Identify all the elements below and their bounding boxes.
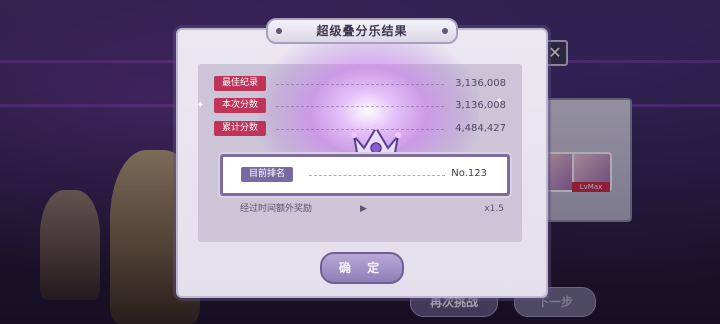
stat-label: 最佳纪录 (214, 76, 267, 91)
sparkle-icon: ✦ (196, 100, 205, 111)
stat-row-current: 本次分数 3,136,008 (214, 97, 506, 115)
bonus-row: 经过时间额外奖励 ▶ x1.5 (234, 200, 504, 218)
stat-row-best: 最佳纪录 3,136,008 (214, 75, 506, 93)
sparkle-icon: ✦ (495, 96, 504, 107)
dotted-leader (309, 175, 445, 176)
dialog-title-tab: 超级叠分乐结果 (266, 18, 458, 44)
stat-label: 累计分数 (214, 121, 267, 136)
dialog-title: 超级叠分乐结果 (316, 24, 408, 38)
stat-value: 4,484,427 (455, 123, 506, 134)
tab-dot-icon (442, 28, 448, 34)
stat-label: 本次分数 (214, 98, 267, 113)
bonus-multiplier: x1.5 (484, 204, 504, 214)
rank-row: 目前排名 No.123 (220, 154, 510, 196)
dotted-leader (276, 106, 444, 107)
confirm-button[interactable]: 确 定 (320, 252, 404, 284)
result-dialog: 最佳纪录 3,136,008 本次分数 3,136,008 累计分数 4,484… (176, 28, 548, 298)
tab-dot-icon (276, 28, 282, 34)
rank-label: 目前排名 (241, 167, 294, 182)
bonus-label: 经过时间额外奖励 (240, 204, 313, 214)
rank-value: No.123 (451, 168, 487, 179)
dotted-leader (276, 84, 444, 85)
play-arrow-icon: ▶ (360, 204, 367, 214)
stat-value: 3,136,008 (455, 78, 506, 89)
